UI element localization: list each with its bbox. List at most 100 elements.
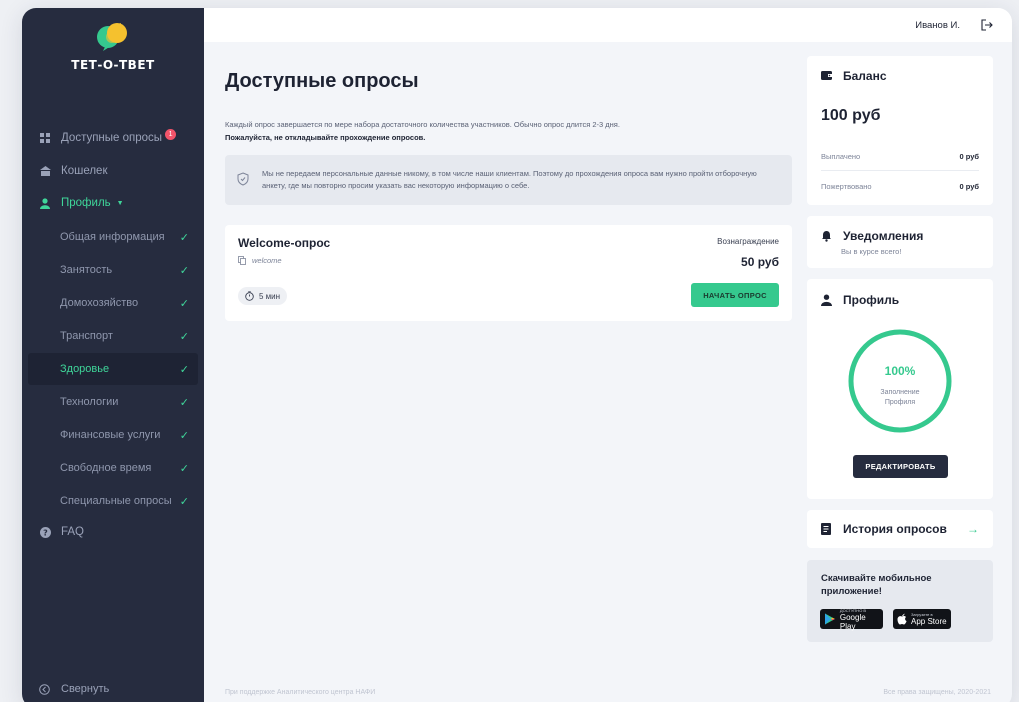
profile-section-label: Свободное время xyxy=(60,462,152,474)
footer-support: При поддержке Аналитического центра НАФИ xyxy=(225,689,376,696)
arrow-right-icon[interactable]: → xyxy=(967,522,979,536)
app-store-button[interactable]: Загрузите в App Store xyxy=(893,609,951,629)
history-card[interactable]: История опросов → xyxy=(807,510,993,548)
description-emphasis: Пожалуйста, не откладывайте прохождение … xyxy=(225,133,426,142)
edit-profile-button[interactable]: РЕДАКТИРОВАТЬ xyxy=(853,455,948,478)
profile-section-label: Общая информация xyxy=(60,231,165,243)
description-text: Каждый опрос завершается по мере набора … xyxy=(225,120,620,129)
check-icon: ✓ xyxy=(179,495,189,508)
start-survey-button[interactable]: НАЧАТЬ ОПРОС xyxy=(691,283,779,307)
notifications-title: Уведомления xyxy=(843,229,924,243)
profile-completion-percent: 100% xyxy=(884,364,916,378)
mobile-app-card: Скачивайте мобильное приложение! ДОСТУПН… xyxy=(807,560,993,642)
balance-amount: 100 руб xyxy=(821,107,881,124)
user-icon xyxy=(821,294,833,306)
google-play-button[interactable]: ДОСТУПНО В Google Play xyxy=(820,608,883,631)
apple-icon xyxy=(897,613,907,625)
profile-section-technology[interactable]: Технологии ✓ xyxy=(28,386,198,418)
wallet-icon xyxy=(39,165,51,177)
profile-section-health[interactable]: Здоровье ✓ xyxy=(28,353,198,385)
privacy-notice: Мы не передаем персональные данные ником… xyxy=(225,155,792,205)
profile-section-label: Специальные опросы xyxy=(60,495,172,507)
document-icon xyxy=(821,523,833,535)
paid-value: 0 руб xyxy=(959,152,979,161)
caption-line-1: Заполнение xyxy=(880,389,920,396)
sidebar-item-surveys[interactable]: Доступные опросы 1 xyxy=(22,123,198,153)
mobile-app-text: Скачивайте мобильное приложение! xyxy=(821,573,932,597)
survey-code: welcome xyxy=(238,256,282,265)
profile-section-leisure[interactable]: Свободное время ✓ xyxy=(28,452,198,484)
donated-value: 0 руб xyxy=(959,181,979,191)
check-icon: ✓ xyxy=(179,264,189,277)
balance-header: Баланс xyxy=(821,69,887,83)
profile-section-label: Технологии xyxy=(60,396,119,408)
check-icon: ✓ xyxy=(179,396,189,409)
profile-completion-progress xyxy=(848,329,952,433)
bell-icon xyxy=(821,230,833,242)
profile-completion-caption: Заполнение Профиля xyxy=(845,388,955,408)
profile-section-label: Домохозяйство xyxy=(60,297,139,309)
grid-icon xyxy=(39,132,51,144)
balance-card: Баланс 100 руб Выплачено 0 руб Пожертвов… xyxy=(807,56,993,205)
notifications-header: Уведомления xyxy=(821,229,923,243)
copy-icon xyxy=(238,256,246,265)
logo-icon xyxy=(97,23,127,51)
survey-code-text: welcome xyxy=(252,256,282,265)
app-window: ТЕТ-О-ТВЕТ Доступные опросы 1 Кошелек Пр… xyxy=(22,8,1012,702)
profile-section-general[interactable]: Общая информация ✓ xyxy=(28,221,198,253)
check-icon: ✓ xyxy=(179,462,189,475)
help-icon: ? xyxy=(39,526,51,538)
paid-row: Выплачено 0 руб xyxy=(821,143,979,171)
user-name[interactable]: Иванов И. xyxy=(915,20,960,31)
profile-section-label: Здоровье xyxy=(60,363,110,375)
sidebar-item-label: Кошелек xyxy=(61,165,108,177)
duration-text: 5 мин xyxy=(259,291,281,301)
duration-chip: 5 мин xyxy=(238,287,288,305)
collapse-label: Свернуть xyxy=(61,683,110,695)
profile-completion-ring xyxy=(848,329,952,433)
survey-card: Welcome-опрос welcome Вознаграждение 50 … xyxy=(225,225,792,321)
top-bar: Иванов И. xyxy=(204,8,1012,42)
collapse-sidebar-button[interactable]: Свернуть xyxy=(22,679,109,699)
sidebar-item-wallet[interactable]: Кошелек xyxy=(22,156,198,186)
check-icon: ✓ xyxy=(179,297,189,310)
app-store-label: App Store xyxy=(911,617,947,626)
user-icon xyxy=(39,197,51,209)
survey-title: Welcome-опрос xyxy=(238,236,331,250)
notifications-card[interactable]: Уведомления Вы в курсе всего! xyxy=(807,216,993,268)
collapse-icon xyxy=(39,683,51,695)
reward-amount: 50 руб xyxy=(741,255,779,269)
page-description: Каждый опрос завершается по мере набора … xyxy=(225,118,620,144)
profile-section-label: Занятость xyxy=(60,264,113,276)
balance-title: Баланс xyxy=(843,69,887,83)
profile-section-finance[interactable]: Финансовые услуги ✓ xyxy=(28,419,198,451)
sidebar-item-profile[interactable]: Профиль ▼ xyxy=(22,188,198,218)
brand-name: ТЕТ-О-ТВЕТ xyxy=(71,58,155,72)
caption-line-2: Профиля xyxy=(884,399,916,406)
shield-icon xyxy=(237,172,249,186)
profile-section-label: Финансовые услуги xyxy=(60,429,161,441)
profile-card: Профиль 100% Заполнение Профиля РЕДАКТИР… xyxy=(807,279,993,499)
profile-section-household[interactable]: Домохозяйство ✓ xyxy=(28,287,198,319)
history-header: История опросов xyxy=(821,522,947,536)
donated-row: Пожертвовано 0 руб xyxy=(821,172,979,200)
check-icon: ✓ xyxy=(179,231,189,244)
sidebar-item-label: FAQ xyxy=(61,526,85,538)
caret-down-icon: ▼ xyxy=(116,199,124,207)
profile-section-special[interactable]: Специальные опросы ✓ xyxy=(28,485,198,517)
logout-icon[interactable] xyxy=(980,18,994,32)
profile-section-transport[interactable]: Транспорт ✓ xyxy=(28,320,198,352)
profile-section-employment[interactable]: Занятость ✓ xyxy=(28,254,198,286)
profile-title: Профиль xyxy=(843,293,900,307)
check-icon: ✓ xyxy=(179,429,189,442)
profile-section-label: Транспорт xyxy=(60,330,113,342)
google-play-icon xyxy=(824,613,835,625)
paid-label: Выплачено xyxy=(821,152,861,161)
history-title: История опросов xyxy=(843,522,947,536)
sidebar-item-faq[interactable]: ? FAQ xyxy=(22,517,198,547)
page-title: Доступные опросы xyxy=(225,70,419,92)
footer-copyright: Все права защищены, 2020-2021 xyxy=(883,689,991,696)
svg-text:?: ? xyxy=(43,528,48,537)
notifications-subtitle: Вы в курсе всего! xyxy=(841,247,902,256)
stopwatch-icon xyxy=(245,291,254,301)
